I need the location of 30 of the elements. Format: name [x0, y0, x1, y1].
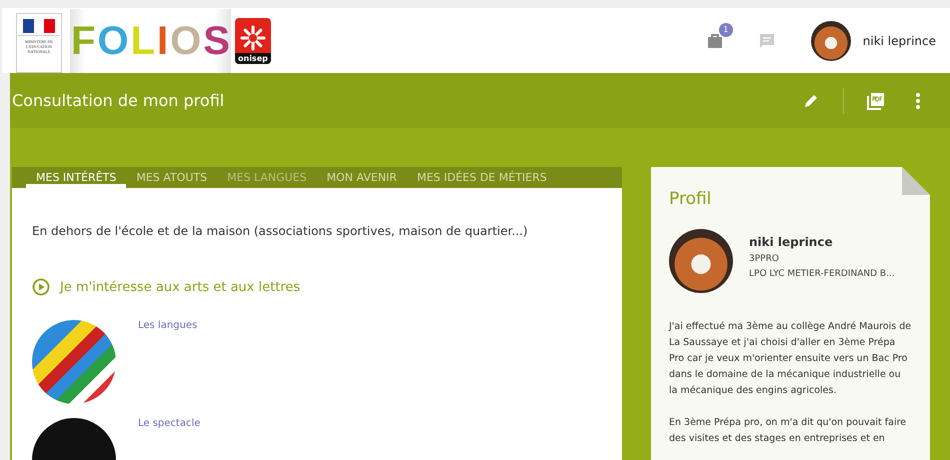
logo-letter: O: [96, 18, 130, 64]
logo-letter: L: [130, 18, 156, 64]
profile-tab[interactable]: MES IDÉES DE MÉTIERS: [406, 167, 557, 188]
folded-corner-icon: [902, 167, 930, 195]
interest-category: Je m'intéresse aux arts et aux lettres: [60, 280, 300, 294]
page-title: Consultation de mon profil: [12, 91, 226, 110]
logo-letter: I: [156, 18, 170, 64]
profile-name: niki leprince: [749, 235, 834, 249]
partner-logo: onisep: [234, 18, 271, 64]
user-name[interactable]: niki leprince: [862, 34, 936, 48]
profile-school: LPO LYC METIER-FERDINAND B...: [749, 269, 895, 279]
user-avatar[interactable]: [810, 20, 851, 60]
pdf-button[interactable]: [866, 90, 886, 110]
profile-tab[interactable]: MES INTÉRÊTS: [26, 167, 126, 188]
notification-badge: 1: [718, 22, 733, 36]
logo-letter: O: [169, 18, 202, 64]
logo-letter: S: [202, 18, 231, 64]
interest-link[interactable]: Le spectacle: [138, 418, 200, 429]
profile-class: 3PPRO: [749, 254, 780, 264]
profile-tab[interactable]: MES ATOUTS: [126, 167, 218, 188]
profile-tab[interactable]: MON AVENIR: [316, 167, 407, 188]
play-circle-icon: [32, 278, 50, 296]
more-icon: [916, 92, 920, 108]
card-title: Profil: [669, 189, 712, 209]
profile-paragraph: J'ai effectué ma 3ème au collège André Maurois de La Saussaye et j'ai choisi d'aller en 3ème Prépa Pro car je veux m'orienter ensuite vers un Bac Pro dans le domaine de la mécanique industrielle ou la mécanique des engins agricoles.: [669, 320, 912, 398]
section-intro: En dehors de l'école et de la maison (associations sportives, maison de quartier...): [32, 224, 529, 238]
flag-icon: [23, 18, 55, 32]
logo-letter: F: [70, 18, 96, 64]
profile-paragraph: En 3ème Prépa pro, on m'a dit qu'on pouvait faire des visites et des stages en entreprises et en: [669, 416, 908, 446]
interest-link[interactable]: Les langues: [138, 320, 198, 331]
